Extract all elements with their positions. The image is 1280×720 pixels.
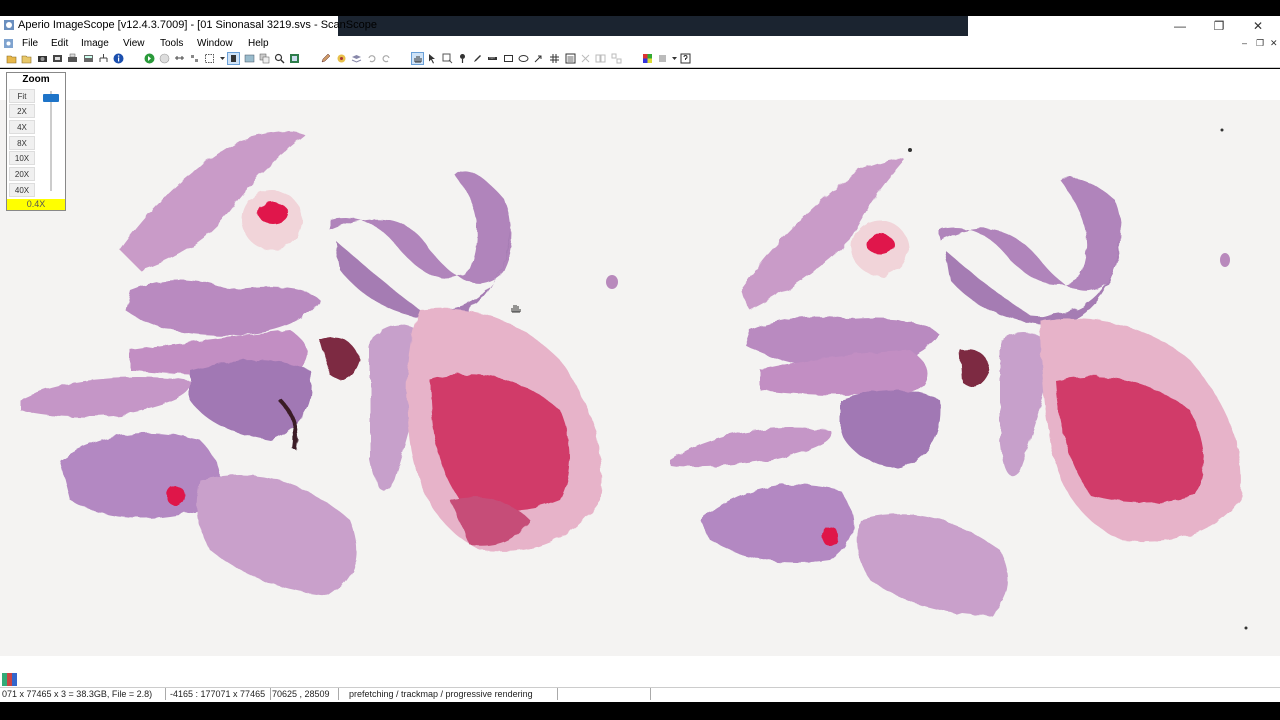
status-separator xyxy=(165,688,166,700)
color-profile-icon xyxy=(2,673,17,686)
mdi-restore-button[interactable]: ❐ xyxy=(1256,38,1264,49)
zoom-slider-track[interactable] xyxy=(50,91,52,191)
contrast-dropdown-icon[interactable] xyxy=(669,53,680,64)
zoom-panel-title: Zoom xyxy=(22,74,50,85)
info-icon[interactable] xyxy=(113,53,124,64)
zoom-2x-button[interactable]: 2X xyxy=(9,104,35,118)
mdi-close-button[interactable]: ✕ xyxy=(1270,38,1278,49)
zoom-20x-button[interactable]: 20X xyxy=(9,167,35,181)
folder-icon[interactable] xyxy=(21,53,32,64)
zoom-panel: Zoom Fit 2X 4X 8X 10X 20X 40X 0.4X xyxy=(6,72,66,211)
status-coordinates: -4165 : 177071 x 77465 xyxy=(170,689,266,699)
label-icon[interactable] xyxy=(244,53,255,64)
pen-icon[interactable] xyxy=(472,53,483,64)
app-icon xyxy=(4,20,14,30)
select-region-icon[interactable] xyxy=(204,53,215,64)
contrast-icon[interactable] xyxy=(657,53,668,64)
rectangle-tool-icon[interactable] xyxy=(503,53,514,64)
go-forward-icon[interactable] xyxy=(144,53,155,64)
print-icon[interactable] xyxy=(67,53,78,64)
grid-icon[interactable] xyxy=(549,53,560,64)
status-rendering-mode: prefetching / trackmap / progressive ren… xyxy=(349,689,533,699)
arrow-tool-icon[interactable] xyxy=(533,53,544,64)
status-separator xyxy=(338,688,339,700)
camera-icon[interactable] xyxy=(37,53,48,64)
dropdown-arrow-icon[interactable] xyxy=(217,53,228,64)
pointer-icon[interactable] xyxy=(427,53,438,64)
list-icon[interactable] xyxy=(565,53,576,64)
window-title: Aperio ImageScope [v12.4.3.7009] - [01 S… xyxy=(18,19,377,31)
menu-file[interactable]: File xyxy=(22,38,38,49)
tissue-section-left xyxy=(20,131,602,595)
color-adjust-icon[interactable] xyxy=(642,53,653,64)
restore-button[interactable]: ❐ xyxy=(1201,17,1237,35)
snapshot-icon[interactable] xyxy=(52,53,63,64)
scanner-icon[interactable] xyxy=(83,53,94,64)
menu-bar xyxy=(0,36,1280,51)
split-view-icon[interactable] xyxy=(189,53,200,64)
help-context-icon[interactable] xyxy=(680,53,691,64)
top-letterbox xyxy=(0,0,1280,16)
ruler-icon[interactable] xyxy=(487,53,498,64)
copy-icon[interactable] xyxy=(259,53,270,64)
zoom-4x-button[interactable]: 4X xyxy=(9,120,35,134)
compare-icon[interactable] xyxy=(595,53,606,64)
redo-icon[interactable] xyxy=(381,53,392,64)
menu-edit[interactable]: Edit xyxy=(51,38,68,49)
pin-icon[interactable] xyxy=(457,53,468,64)
menu-image[interactable]: Image xyxy=(81,38,109,49)
zoom-10x-button[interactable]: 10X xyxy=(9,151,35,165)
menu-help[interactable]: Help xyxy=(248,38,269,49)
menu-view[interactable]: View xyxy=(123,38,145,49)
status-separator xyxy=(557,688,558,700)
status-separator xyxy=(270,688,271,700)
bottom-letterbox xyxy=(0,702,1280,720)
status-separator xyxy=(650,688,651,700)
link-icon[interactable] xyxy=(174,53,185,64)
menu-window[interactable]: Window xyxy=(197,38,233,49)
multi-view-icon[interactable] xyxy=(611,53,622,64)
edit-icon[interactable] xyxy=(320,53,331,64)
minimize-button[interactable]: — xyxy=(1162,17,1198,35)
pan-hand-icon[interactable] xyxy=(411,52,424,65)
status-cursor-position: 70625 , 28509 xyxy=(272,689,330,699)
tissue-slide-image[interactable] xyxy=(0,100,1280,656)
mdi-minimize-button[interactable]: ‒ xyxy=(1242,38,1247,48)
open-folder-icon[interactable] xyxy=(6,53,17,64)
layers-icon[interactable] xyxy=(351,53,362,64)
zoom-region-icon[interactable] xyxy=(442,53,453,64)
zoom-fit-button[interactable]: Fit xyxy=(9,89,35,103)
hand-cursor-icon xyxy=(511,305,521,313)
zoom-8x-button[interactable]: 8X xyxy=(9,136,35,150)
undo-icon[interactable] xyxy=(366,53,377,64)
expand-icon[interactable] xyxy=(580,53,591,64)
document-icon xyxy=(4,39,13,48)
magnifier-icon[interactable] xyxy=(274,53,285,64)
status-image-dimensions: 071 x 77465 x 3 = 38.3GB, File = 2.8) xyxy=(2,689,153,699)
zoom-current-level: 0.4X xyxy=(7,199,65,210)
menu-tools[interactable]: Tools xyxy=(160,38,183,49)
close-button[interactable]: ✕ xyxy=(1240,17,1276,35)
tissue-section-right xyxy=(670,158,1242,615)
stop-icon[interactable] xyxy=(159,53,170,64)
ellipse-tool-icon[interactable] xyxy=(518,53,529,64)
thumbnail-toggle-icon[interactable] xyxy=(227,52,240,65)
hierarchy-icon[interactable] xyxy=(98,53,109,64)
annotation-icon[interactable] xyxy=(336,53,347,64)
zoom-40x-button[interactable]: 40X xyxy=(9,183,35,197)
image-view-icon[interactable] xyxy=(289,53,300,64)
zoom-slider-thumb[interactable] xyxy=(43,94,59,102)
